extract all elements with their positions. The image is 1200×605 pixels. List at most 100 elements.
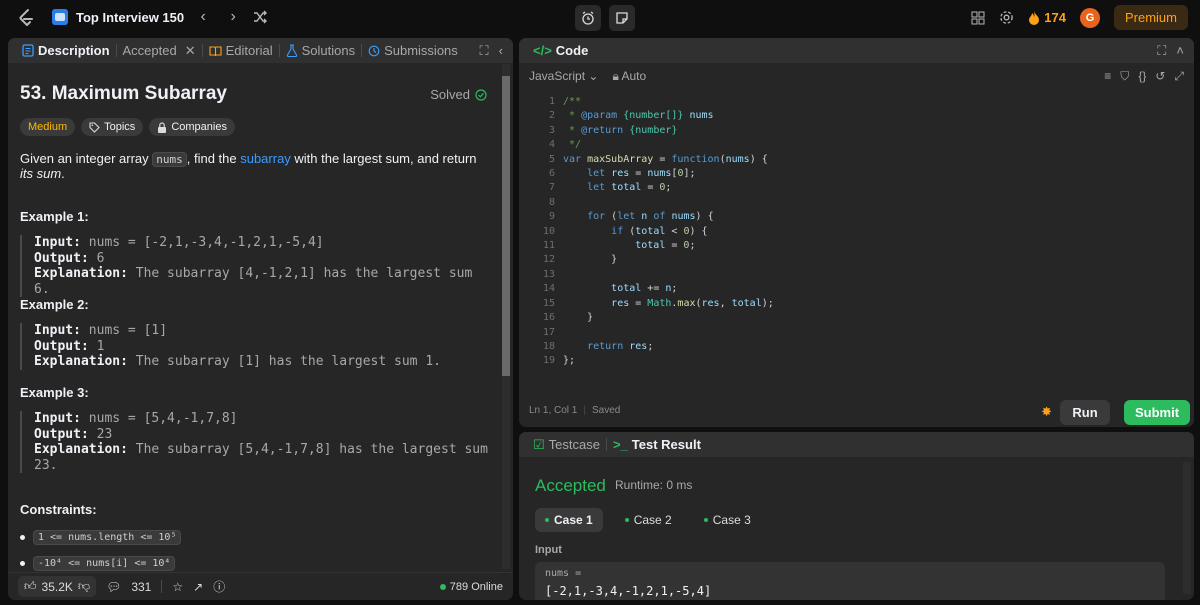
emphasis-text: its sum	[20, 166, 62, 181]
checkbox-icon: ☑	[533, 436, 545, 452]
chevron-up-icon[interactable]: ˄	[1176, 43, 1184, 59]
case-tab-3[interactable]: Case 3	[694, 508, 761, 532]
example-heading: Example 2:	[20, 297, 89, 312]
code-text[interactable]: /** * @param {number[]} nums * @return {…	[563, 95, 774, 369]
line-number: 2	[548, 110, 555, 122]
reset-icon[interactable]: ↺	[1155, 69, 1165, 84]
expand-icon[interactable]: ⤢	[1174, 69, 1184, 84]
problem-list-nav: Top Interview 150 ‹ ›	[52, 8, 268, 26]
output-value: 6	[88, 250, 105, 266]
tab-code[interactable]: </> Code	[527, 38, 594, 63]
layout-grid-icon[interactable]	[971, 11, 985, 25]
tab-accepted[interactable]: Accepted ✕	[117, 38, 202, 63]
runtime-text: Runtime: 0 ms	[615, 478, 693, 492]
like-dislike-group: 👍︎ 35.2K 👎︎	[18, 576, 97, 597]
leetcode-logo-icon[interactable]	[16, 8, 36, 28]
avatar[interactable]: G	[1079, 7, 1100, 28]
thumbs-down-icon[interactable]: 👎︎	[78, 579, 90, 594]
tab-submissions[interactable]: Submissions	[362, 38, 464, 63]
share-icon[interactable]: ↗	[193, 580, 203, 594]
bullet	[20, 561, 25, 566]
companies-chip[interactable]: Companies	[149, 118, 235, 136]
case-tab-2[interactable]: Case 2	[615, 508, 682, 532]
study-plan-icon[interactable]	[52, 9, 68, 25]
lock-icon	[158, 121, 167, 133]
tab-label: Testcase	[548, 437, 600, 452]
line-number: 3	[548, 124, 555, 136]
close-icon[interactable]: ✕	[185, 43, 196, 59]
input-label: Input:	[34, 235, 81, 250]
difficulty-badge[interactable]: Medium	[20, 118, 76, 136]
topics-chip[interactable]: Topics	[81, 118, 144, 136]
star-icon[interactable]: ☆	[172, 580, 183, 594]
statement-text: , find the	[186, 151, 241, 166]
output-value: 1	[88, 338, 105, 354]
subarray-link[interactable]: subarray	[240, 151, 291, 166]
tab-test-result[interactable]: >_ Test Result	[607, 432, 707, 457]
line-number: 9	[548, 211, 555, 223]
debug-icon[interactable]: ✸	[1041, 404, 1052, 420]
auto-mode[interactable]: 🔒︎ Auto	[612, 69, 646, 84]
tab-label: Test Result	[631, 437, 701, 452]
language-label: JavaScript	[529, 69, 586, 83]
code-editor[interactable]: 1 2 3 4 5 6 7 8 9 10 11 12 13 14 15 16 17 18 19 /** * @par…	[519, 95, 1194, 385]
chevron-left-icon[interactable]: ‹	[192, 8, 214, 26]
comment-icon[interactable]: 💬︎	[106, 580, 121, 594]
maximize-icon[interactable]: ⛶	[480, 43, 489, 59]
constraint-code: 1 <= nums.length <= 10⁵	[33, 530, 182, 545]
line-numbers: 1 2 3 4 5 6 7 8 9 10 11 12 13 14 15 16 17 18 19	[519, 95, 555, 369]
streak-count: 174	[1044, 10, 1066, 25]
language-select[interactable]: JavaScript ⌄	[529, 69, 598, 83]
constraint-code: -10⁴ <= nums[i] <= 10⁴	[33, 556, 176, 571]
output-label: Output:	[34, 250, 89, 266]
note-icon	[616, 12, 628, 24]
input-value: nums = [-2,1,-3,4,-1,2,1,-5,4]	[80, 235, 324, 250]
premium-button[interactable]: Premium	[1113, 5, 1188, 30]
example-block: Input: nums = [5,4,-1,7,8] Output: 23 Ex…	[20, 411, 490, 474]
statement-text: .	[61, 166, 65, 181]
result-tabs: ☑ Testcase >_ Test Result	[519, 432, 1194, 457]
chevron-right-icon[interactable]: ›	[222, 8, 244, 26]
output-label: Output:	[34, 426, 89, 442]
thumbs-up-icon[interactable]: 👍︎	[24, 579, 37, 594]
tab-solutions[interactable]: Solutions	[280, 38, 361, 63]
example-heading: Example 1:	[20, 209, 89, 224]
case-label: Case 2	[633, 513, 672, 527]
lock-icon: 🔒︎	[612, 68, 619, 83]
help-icon[interactable]: ⓘ	[213, 578, 225, 595]
code-panel: </> Code ⛶ ˄ JavaScript ⌄ 🔒︎ Auto ≡ ⛉ {}…	[519, 38, 1194, 427]
tab-description[interactable]: Description	[16, 38, 116, 63]
scrollbar-track[interactable]	[1183, 462, 1191, 594]
run-button[interactable]: Run	[1060, 400, 1110, 425]
bookmark-icon[interactable]: ⛉	[1120, 69, 1129, 84]
companies-label: Companies	[171, 121, 227, 133]
editor-status-bar: Ln 1, Col 1 | Saved ✸ Run Submit	[519, 393, 1194, 427]
shuffle-icon[interactable]	[252, 9, 268, 25]
case-tabs: Case 1 Case 2 Case 3	[535, 508, 761, 532]
tab-editorial[interactable]: Editorial	[203, 38, 279, 63]
tab-label: Description	[38, 43, 110, 58]
submit-button[interactable]: Submit	[1124, 400, 1190, 425]
scrollbar-thumb[interactable]	[502, 76, 510, 376]
comments-count[interactable]: 331	[131, 580, 151, 594]
notes-button[interactable]	[609, 5, 635, 31]
online-count: 789 Online	[449, 580, 503, 593]
braces-icon[interactable]: {}	[1138, 69, 1146, 84]
tab-testcase[interactable]: ☑ Testcase	[527, 432, 606, 457]
format-icon[interactable]: ≡	[1104, 69, 1111, 84]
streak-counter[interactable]: 174	[1028, 10, 1066, 25]
collapse-icon[interactable]: ‹	[499, 43, 503, 59]
tab-label: Submissions	[384, 43, 458, 58]
page-title[interactable]: 53. Maximum Subarray	[20, 83, 227, 105]
gear-icon[interactable]	[999, 10, 1014, 25]
description-tabs: Description Accepted ✕ Editorial Solutio…	[8, 38, 513, 63]
tag-icon	[89, 121, 100, 133]
pass-dot	[545, 518, 549, 522]
timer-button[interactable]	[575, 5, 601, 31]
maximize-icon[interactable]: ⛶	[1157, 43, 1166, 59]
code-brackets-icon: </>	[533, 43, 552, 58]
case-tab-1[interactable]: Case 1	[535, 508, 603, 532]
line-number: 12	[542, 254, 555, 266]
case-label: Case 3	[712, 513, 751, 527]
problem-list-title[interactable]: Top Interview 150	[76, 10, 184, 25]
